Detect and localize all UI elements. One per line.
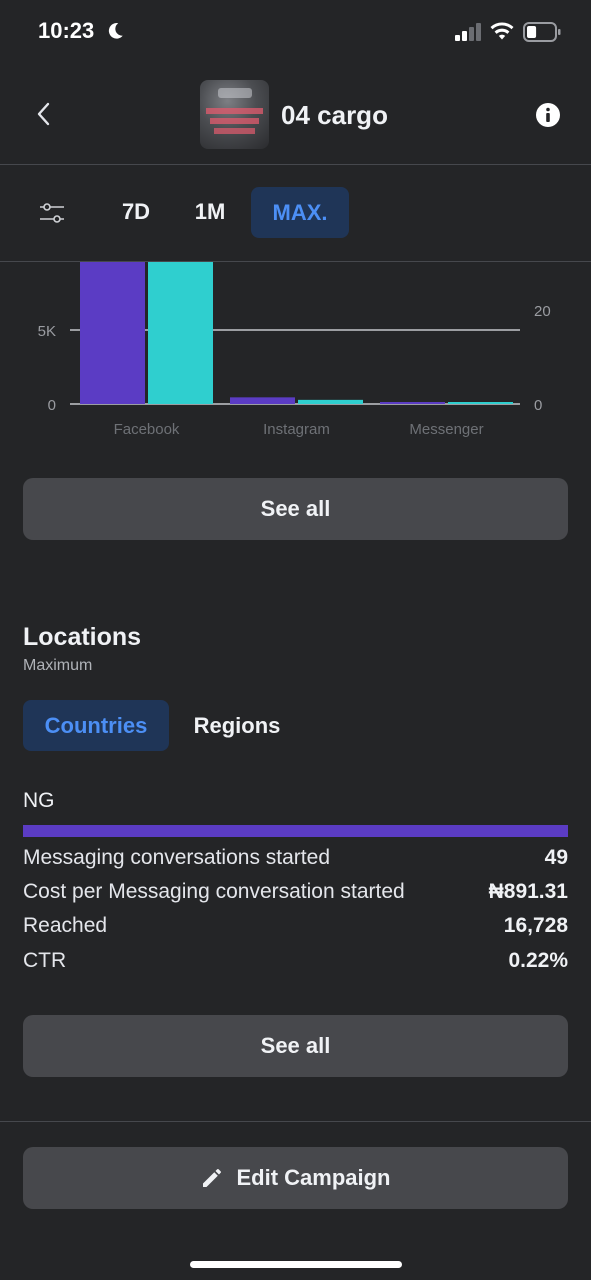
x-tick-label: Facebook [114,421,180,438]
edit-campaign-button[interactable]: Edit Campaign [23,1147,568,1209]
moon-icon [108,23,123,39]
campaign-thumbnail [200,80,269,149]
metric-value: ₦891.31 [488,880,568,903]
pencil-icon [203,1169,222,1187]
cellular-signal-icon [455,23,481,41]
metric-label: Messaging conversations started [23,846,330,869]
metric-row: Cost per Messaging conversation started … [23,877,568,907]
chevron-left-icon [37,102,50,126]
bar [448,402,513,404]
y-tick-label-right: 0 [534,397,542,414]
metric-value: 0.22% [508,949,568,972]
placements-bar-chart: 0 5K 10K 0 20 Facebook Instagram Messenger [29,262,551,438]
metric-label: Cost per Messaging conversation started [23,880,405,903]
bar [80,262,145,404]
metric-row: Reached 16,728 [23,911,568,941]
x-tick-label: Instagram [263,421,330,438]
range-max-tab[interactable]: MAX. [251,187,349,238]
y-tick-label-left: 5K [38,323,56,340]
footer-divider [0,1121,591,1122]
y-tick-label-left: 10K [29,262,56,266]
filter-sliders-icon[interactable] [38,200,66,226]
locations-title: Locations [23,623,142,651]
locations-see-all-button[interactable]: See all [23,1015,568,1077]
metric-row: CTR 0.22% [23,946,568,976]
tab-countries[interactable]: Countries [23,700,169,751]
placements-see-all-button[interactable]: See all [23,478,568,540]
locations-subtitle: Maximum [23,657,93,674]
range-1m-tab[interactable]: 1M [181,199,239,227]
bar [148,262,213,404]
metric-value: 16,728 [503,914,568,937]
tab-regions[interactable]: Regions [181,700,293,751]
range-7d-tab[interactable]: 7D [107,199,165,227]
status-time: 10:23 [38,18,95,43]
home-indicator [190,1261,402,1268]
x-tick-label: Messenger [409,421,483,438]
page-title: 04 cargo [281,100,388,130]
metric-value: 49 [544,846,568,869]
country-bar [23,825,568,837]
back-button[interactable] [26,96,60,132]
bar [380,402,445,404]
y-tick-label-left: 0 [48,397,56,414]
metric-row: Messaging conversations started 49 [23,843,568,873]
edit-campaign-label: Edit Campaign [236,1165,391,1190]
wifi-icon [490,22,514,40]
battery-icon [523,22,561,42]
y-tick-label-right: 20 [534,303,551,320]
country-bar-fill [23,825,568,837]
bar [230,397,295,404]
bar [298,399,363,404]
info-icon[interactable] [535,102,561,128]
metric-label: CTR [23,949,67,972]
header-divider [0,164,591,165]
metric-label: Reached [23,914,108,937]
country-name: NG [23,789,55,812]
